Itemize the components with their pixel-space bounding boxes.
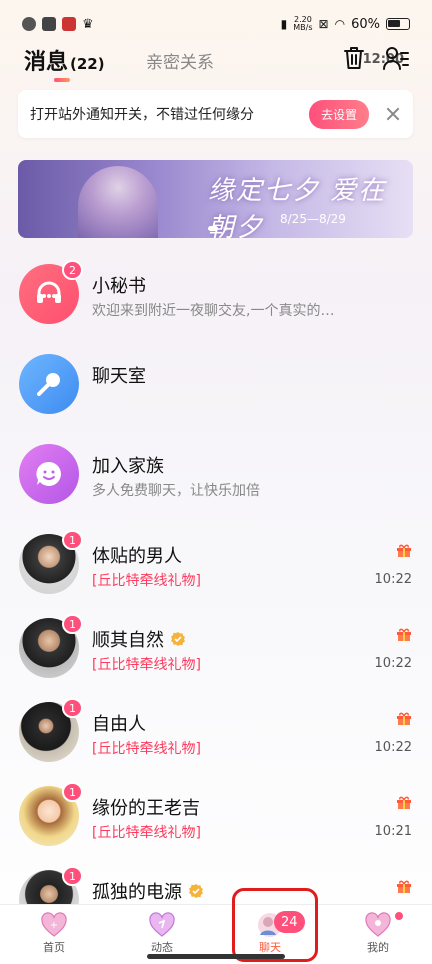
banner-dot bbox=[223, 226, 228, 231]
tab-messages-label: 消息 bbox=[24, 50, 69, 75]
nosim-icon: ⊠ bbox=[318, 17, 329, 31]
list-item[interactable]: 1 体贴的男人 [丘比特牵线礼物] 10:22 bbox=[0, 520, 432, 604]
avatar bbox=[19, 354, 79, 414]
conversation-time: 10:22 bbox=[374, 572, 412, 587]
conversation-name: 缘份的王老吉 bbox=[92, 794, 200, 820]
conversation-name: 顺其自然 bbox=[92, 626, 186, 652]
battery-icon bbox=[386, 18, 410, 30]
banner-date: 8/25—8/29 bbox=[280, 212, 346, 226]
unread-badge: 2 bbox=[62, 260, 83, 280]
tab-messages[interactable]: 消息 (22) bbox=[24, 44, 105, 76]
conversation-name-text: 聊天室 bbox=[92, 366, 146, 387]
vibrate-icon: ▮ bbox=[280, 17, 288, 31]
smiley-chat-icon bbox=[36, 461, 61, 486]
header: 消息 (22) 亲密关系 bbox=[0, 40, 432, 84]
moments-heart-icon bbox=[149, 912, 175, 937]
list-item[interactable]: 2 小秘书 欢迎来到附近一夜聊交友,一个真实的… bbox=[0, 250, 432, 334]
microphone-icon bbox=[37, 373, 60, 396]
nav-me-dot bbox=[394, 911, 404, 921]
me-heart-icon bbox=[365, 912, 391, 937]
settings-button[interactable]: 去设置 bbox=[308, 99, 369, 129]
conversation-name-text: 自由人 bbox=[92, 714, 146, 735]
list-item[interactable]: 聊天室 bbox=[0, 340, 432, 424]
app-notification-icon bbox=[22, 17, 36, 31]
verified-badge-icon bbox=[171, 632, 185, 646]
unread-badge: 1 bbox=[62, 614, 83, 634]
contacts-icon[interactable] bbox=[382, 44, 410, 72]
conversation-name: 孤独的电源 bbox=[92, 878, 204, 904]
banner-couple-illustration bbox=[78, 166, 158, 238]
conversation-name-text: 缘份的王老吉 bbox=[92, 798, 200, 819]
tab-messages-count: (22) bbox=[70, 55, 105, 73]
conversation-time: 10:22 bbox=[374, 656, 412, 671]
avatar bbox=[19, 444, 79, 504]
tab-intimacy[interactable]: 亲密关系 bbox=[146, 48, 214, 73]
gift-icon bbox=[397, 628, 411, 641]
conversation-name: 聊天室 bbox=[92, 362, 146, 388]
home-heart-icon: + bbox=[41, 912, 67, 937]
close-icon[interactable] bbox=[385, 106, 401, 122]
verified-badge-icon bbox=[189, 884, 203, 898]
conversation-time: 10:21 bbox=[374, 824, 412, 839]
list-item[interactable]: 加入家族 多人免费聊天，让快乐加倍 bbox=[0, 430, 432, 514]
net-speed-unit: MB/s bbox=[293, 23, 313, 32]
unread-badge: 1 bbox=[62, 782, 83, 802]
conversation-preview: 欢迎来到附近一夜聊交友,一个真实的… bbox=[92, 303, 335, 319]
gift-icon bbox=[397, 796, 411, 809]
conversation-preview: [丘比特牵线礼物] bbox=[92, 741, 201, 757]
list-item[interactable]: 1 顺其自然 [丘比特牵线礼物] 10:22 bbox=[0, 604, 432, 688]
conversation-preview: 多人免费聊天，让快乐加倍 bbox=[92, 483, 260, 499]
conversation-name-text: 小秘书 bbox=[92, 276, 146, 297]
nav-home[interactable]: + 首页 bbox=[0, 905, 108, 964]
home-indicator[interactable] bbox=[147, 954, 285, 959]
tab-active-indicator bbox=[54, 78, 70, 82]
svg-text:+: + bbox=[50, 920, 58, 931]
conversation-preview: [丘比特牵线礼物] bbox=[92, 573, 201, 589]
nav-me-label: 我的 bbox=[367, 941, 389, 954]
headset-icon bbox=[37, 281, 61, 303]
nav-home-label: 首页 bbox=[43, 941, 65, 954]
unread-badge: 1 bbox=[62, 866, 83, 886]
conversation-name: 加入家族 bbox=[92, 452, 164, 478]
conversation-name-text: 加入家族 bbox=[92, 456, 164, 477]
app-notification-icon bbox=[62, 17, 76, 31]
gift-icon bbox=[397, 712, 411, 725]
conversation-preview: [丘比特牵线礼物] bbox=[92, 657, 201, 673]
conversation-time: 10:22 bbox=[374, 740, 412, 755]
conversation-name: 自由人 bbox=[92, 710, 146, 736]
banner-title: 缘定七夕 爱在朝夕 bbox=[208, 176, 387, 238]
nav-moments-label: 动态 bbox=[151, 941, 173, 954]
conversation-preview: [丘比特牵线礼物] bbox=[92, 825, 201, 841]
crown-icon: ♛ bbox=[82, 16, 94, 32]
notice-text: 打开站外通知开关，不错过任何缘分 bbox=[30, 107, 254, 123]
battery-text: 60% bbox=[351, 16, 380, 32]
list-item[interactable]: 1 自由人 [丘比特牵线礼物] 10:22 bbox=[0, 688, 432, 772]
net-speed: 2.20 MB/s bbox=[293, 16, 312, 32]
status-right: ▮ 2.20 MB/s ⊠ ◠ 60% bbox=[281, 16, 410, 32]
conversation-name: 体贴的男人 bbox=[92, 542, 182, 568]
unread-badge: 1 bbox=[62, 698, 83, 718]
conversation-name-text: 体贴的男人 bbox=[92, 546, 182, 567]
conversation-name-text: 孤独的电源 bbox=[92, 882, 182, 903]
status-notification-icons: ♛ bbox=[22, 17, 94, 32]
gift-icon bbox=[397, 544, 411, 557]
wifi-icon: ◠ bbox=[334, 17, 346, 31]
notification-notice: 打开站外通知开关，不错过任何缘分 去设置 bbox=[18, 90, 413, 138]
nav-me[interactable]: 我的 bbox=[324, 905, 432, 964]
app-notification-icon bbox=[42, 17, 56, 31]
conversation-name: 小秘书 bbox=[92, 272, 146, 298]
promo-banner[interactable]: 缘定七夕 爱在朝夕 8/25—8/29 bbox=[18, 160, 413, 238]
unread-badge: 1 bbox=[62, 530, 83, 550]
gift-icon bbox=[397, 880, 411, 893]
banner-pagination bbox=[208, 226, 228, 231]
annotation-highlight-box bbox=[232, 888, 318, 962]
list-item[interactable]: 1 缘份的王老吉 [丘比特牵线礼物] 10:21 bbox=[0, 772, 432, 856]
trash-icon[interactable] bbox=[340, 44, 368, 72]
conversation-name-text: 顺其自然 bbox=[92, 630, 164, 651]
banner-dot-active bbox=[208, 226, 218, 231]
